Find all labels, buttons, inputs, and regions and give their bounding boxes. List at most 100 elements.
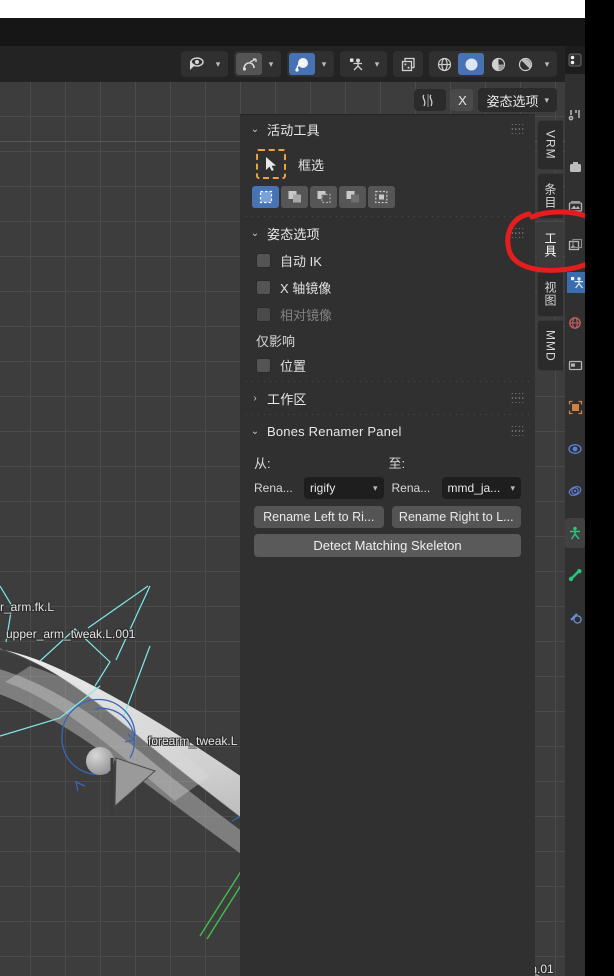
visibility-chevron-down-icon[interactable]: ▾ — [210, 53, 226, 75]
tool-properties-icon[interactable] — [565, 100, 585, 130]
snap-magnet-icon[interactable] — [236, 53, 262, 75]
snapping-chevron-down-icon[interactable]: ▾ — [263, 53, 279, 75]
snapping-group[interactable]: ▾ — [234, 51, 281, 77]
bone-constraint-properties-icon[interactable] — [565, 602, 585, 632]
checkbox-relative-mirror: 相对镜像 — [250, 301, 525, 328]
workspace-header[interactable]: › 工作区 :::::::: — [250, 384, 525, 412]
section-divider — [246, 414, 529, 415]
panel-drag-grip[interactable]: :::::::: — [511, 122, 525, 136]
to-skeleton-value: mmd_ja... — [447, 481, 501, 495]
shading-modes-group[interactable]: ▾ — [429, 51, 557, 77]
bones-renamer-title: Bones Renamer Panel — [267, 423, 402, 439]
select-mode-buttons — [250, 183, 525, 214]
armature-icon — [422, 93, 433, 107]
object-data-armature-icon[interactable] — [565, 518, 585, 548]
bone-name-label: forearm_tweak.L — [148, 734, 238, 748]
checkbox-x-axis-mirror[interactable]: X 轴镜像 — [250, 274, 525, 301]
visibility-icon[interactable] — [183, 53, 209, 75]
shading-solid-icon[interactable] — [458, 53, 484, 75]
checkbox-box[interactable] — [256, 358, 271, 373]
bones-renamer-header[interactable]: ⌄ Bones Renamer Panel :::::::: — [250, 417, 525, 445]
rename-right-to-left-button[interactable]: Rename Right to L... — [391, 506, 521, 528]
to-dropdown-group: Rena... mmd_ja... ▾ — [391, 477, 521, 499]
properties-editor — [565, 46, 585, 976]
from-label: 从: — [254, 455, 271, 471]
shading-wireframe-icon[interactable] — [431, 53, 457, 75]
select-extend-icon[interactable] — [281, 186, 308, 208]
xray-toggle-group[interactable] — [393, 51, 423, 77]
active-tool-row[interactable]: 框选 — [250, 143, 525, 183]
checkbox-locations[interactable]: 位置 — [250, 352, 525, 379]
view-layer-properties-icon[interactable] — [565, 230, 585, 260]
from-column: 从: — [254, 449, 389, 475]
shading-material-preview-icon[interactable] — [485, 53, 511, 75]
sidebar-tab-1[interactable]: 条目 — [537, 172, 563, 219]
armature-datablock-pill[interactable] — [414, 89, 447, 111]
to-column: 至: — [389, 449, 524, 475]
pose-armature-icon[interactable] — [342, 53, 368, 75]
pose-options-dropdown[interactable]: 姿态选项 ▾ — [478, 88, 557, 112]
chevron-right-icon: › — [253, 392, 257, 404]
checkbox-box[interactable] — [256, 280, 271, 295]
checkbox-auto-ik[interactable]: 自动 IK — [250, 247, 525, 274]
panel-drag-grip[interactable]: :::::::: — [511, 424, 525, 438]
pose-options-group[interactable]: ▾ — [340, 51, 387, 77]
n-panel-sidebar: ⌄ 活动工具 :::::::: 框选 ⌄ 姿态选项:::::::: 自动 I… — [240, 114, 535, 976]
proportional-edit-chevron-down-icon[interactable]: ▾ — [316, 53, 332, 75]
section-divider — [246, 381, 529, 382]
sidebar-tab-2[interactable]: 工具 — [537, 221, 563, 268]
shading-chevron-down-icon[interactable]: ▾ — [539, 53, 555, 75]
panel-drag-grip[interactable]: :::::::: — [511, 391, 525, 405]
unlink-datablock-button[interactable]: X — [451, 89, 474, 111]
world-properties-icon[interactable] — [565, 308, 585, 338]
to-skeleton-dropdown[interactable]: mmd_ja... ▾ — [441, 477, 521, 499]
shading-rendered-icon[interactable] — [512, 53, 538, 75]
render-properties-icon[interactable] — [565, 152, 585, 182]
checkbox-box[interactable] — [256, 253, 271, 268]
bone-name-label: r_arm.fk.L — [0, 600, 55, 614]
modifier-properties-icon[interactable] — [565, 434, 585, 464]
bone-properties-icon[interactable] — [565, 560, 585, 590]
top-white-strip — [0, 0, 585, 18]
pose-options-dropdown-label: 姿态选项 — [486, 93, 539, 109]
chevron-down-icon: ▾ — [510, 482, 515, 493]
sidebar-tab-0[interactable]: VRM — [537, 120, 563, 170]
pose-library-subheader: X 姿态选项 ▾ — [0, 86, 565, 114]
properties-editor-header[interactable] — [565, 46, 585, 74]
pose-armature-icon — [570, 276, 583, 288]
chevron-down-icon: ⌄ — [250, 123, 260, 135]
select-subtract-icon[interactable] — [310, 186, 337, 208]
active-tool-header[interactable]: ⌄ 活动工具 :::::::: — [250, 115, 525, 143]
bones-renamer-section: ⌄ Bones Renamer Panel :::::::: 从: 至: Ren… — [240, 417, 535, 557]
select-set-icon[interactable] — [252, 186, 279, 208]
from-skeleton-dropdown[interactable]: rigify ▾ — [304, 477, 384, 499]
select-intersect-icon[interactable] — [368, 186, 395, 208]
to-prefix-label: Rena... — [391, 481, 431, 495]
panel-drag-grip[interactable]: :::::::: — [511, 226, 525, 240]
affect-only-label: 仅影响 — [256, 333, 296, 349]
object-properties-icon[interactable] — [565, 392, 585, 422]
properties-active-tool-badge[interactable] — [567, 272, 586, 293]
workspace-title: 工作区 — [267, 391, 307, 407]
detect-matching-skeleton-button[interactable]: Detect Matching Skeleton — [254, 534, 521, 557]
bone-name-label: upper_arm_tweak.L.001 — [6, 627, 136, 641]
sidebar-tab-4[interactable]: MMD — [537, 319, 563, 372]
pose-options-header[interactable]: ⌄ 姿态选项 :::::::: — [250, 219, 525, 247]
rename-left-to-right-button[interactable]: Rename Left to Ri... — [254, 506, 384, 528]
visibility-group[interactable]: ▾ — [181, 51, 228, 77]
cursor-select-box-icon[interactable] — [256, 149, 286, 179]
proportional-edit-icon[interactable] — [289, 53, 315, 75]
blender-window: r_arm.fk.L upper_arm_tweak.L.001 forearm_t… — [0, 0, 614, 976]
select-invert-icon[interactable] — [339, 186, 366, 208]
checkbox-label: 相对镜像 — [280, 308, 333, 323]
collection-properties-icon[interactable] — [565, 350, 585, 380]
pose-options-chevron-down-icon[interactable]: ▾ — [369, 53, 385, 75]
sidebar-tab-3[interactable]: 视图 — [537, 270, 563, 317]
output-properties-icon[interactable] — [565, 191, 585, 221]
right-black-column — [585, 0, 614, 976]
from-dropdown-group: Rena... rigify ▾ — [254, 477, 384, 499]
toggle-xray-icon[interactable] — [395, 53, 421, 75]
chevron-down-icon: ▾ — [372, 482, 378, 493]
proportional-edit-group[interactable]: ▾ — [287, 51, 334, 77]
physics-properties-icon[interactable] — [565, 476, 585, 506]
